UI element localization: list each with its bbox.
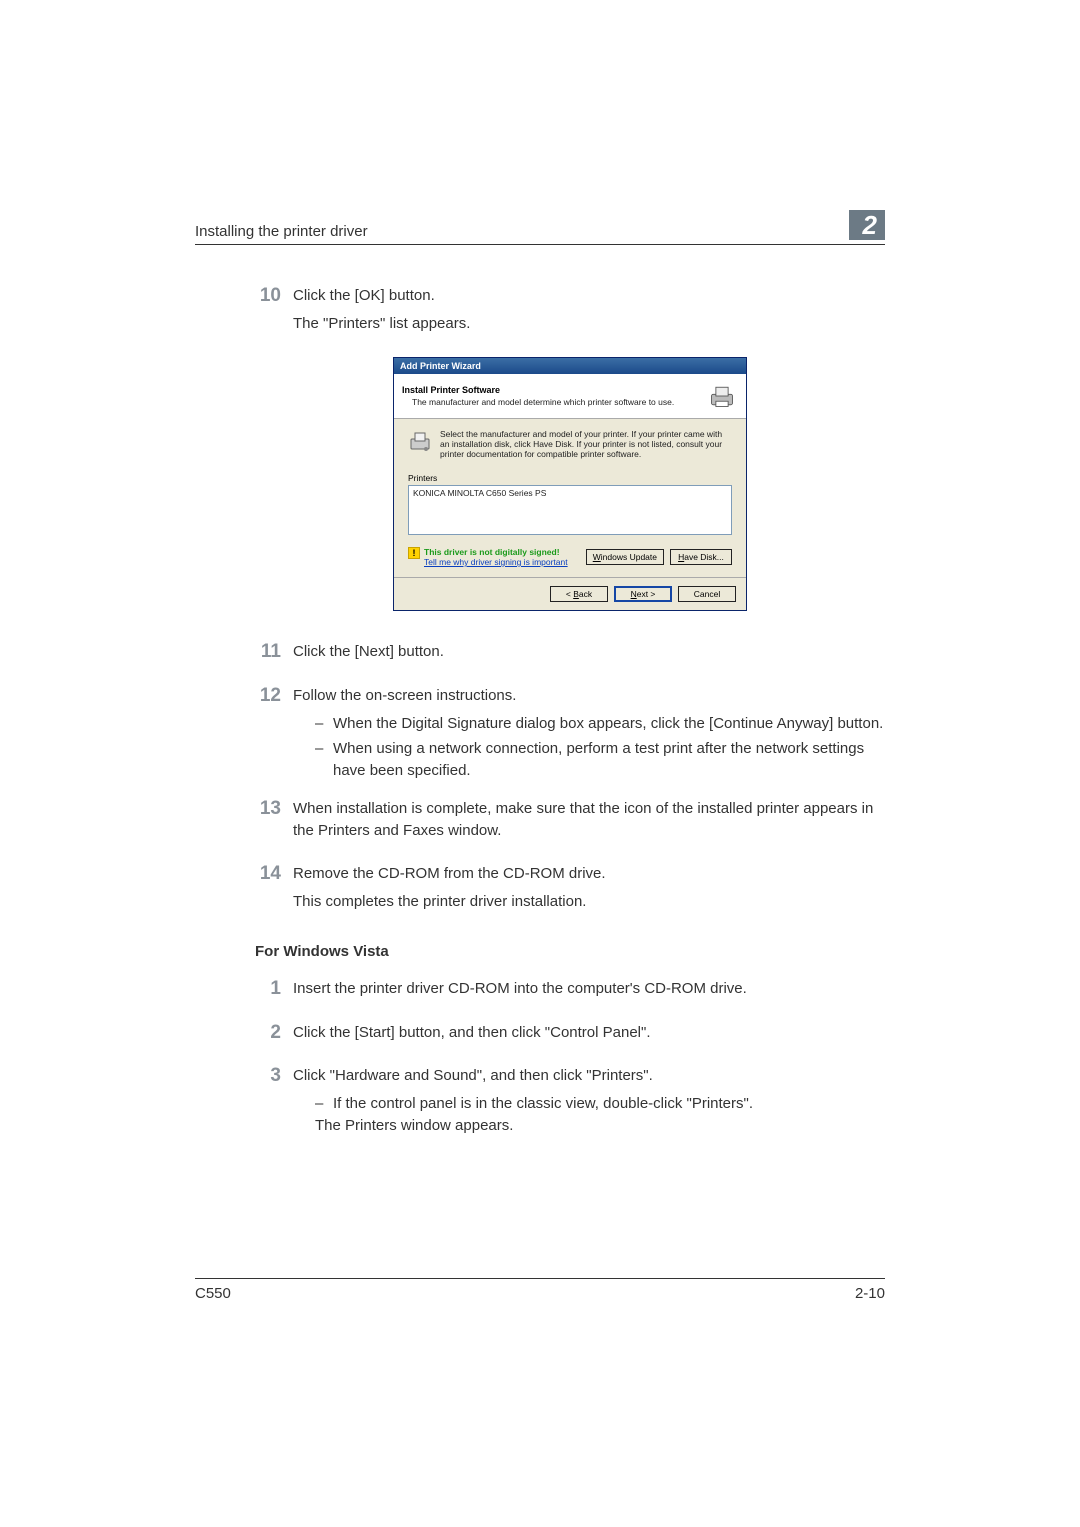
sub-item: –When the Digital Signature dialog box a… (293, 713, 885, 735)
step-number: 10 (255, 285, 293, 341)
step-number: 2 (255, 1022, 293, 1050)
step-text: Remove the CD-ROM from the CD-ROM drive. (293, 863, 885, 885)
step-2: 2 Click the [Start] button, and then cli… (255, 1022, 885, 1050)
step-text: Click "Hardware and Sound", and then cli… (293, 1065, 885, 1087)
step-13: 13 When installation is complete, make s… (255, 798, 885, 848)
sub-text: If the control panel is in the classic v… (333, 1093, 885, 1115)
sub-text: When using a network connection, perform… (333, 738, 885, 782)
cancel-button[interactable]: Cancel (678, 586, 736, 602)
step-text: Click the [OK] button. (293, 285, 885, 307)
footer-right: 2-10 (855, 1285, 885, 1302)
step-text: Click the [Next] button. (293, 641, 885, 663)
footer-left: C550 (195, 1285, 231, 1302)
wizard-screenshot: Add Printer Wizard Install Printer Softw… (255, 357, 885, 612)
step-14: 14 Remove the CD-ROM from the CD-ROM dri… (255, 863, 885, 919)
wizard-header-text: Install Printer Software The manufacture… (402, 385, 674, 407)
step-11: 11 Click the [Next] button. (255, 641, 885, 669)
step-text: Click the [Start] button, and then click… (293, 1022, 885, 1044)
step-text: Insert the printer driver CD-ROM into th… (293, 978, 885, 1000)
wizard-instruction: Select the manufacturer and model of you… (440, 429, 732, 460)
list-item[interactable]: KONICA MINOLTA C650 Series PS (413, 488, 727, 498)
header-title: Installing the printer driver (195, 223, 368, 240)
step-text: The Printers window appears. (293, 1115, 885, 1137)
next-button[interactable]: Next > (614, 586, 672, 602)
step-number: 14 (255, 863, 293, 919)
printers-list[interactable]: KONICA MINOLTA C650 Series PS (408, 485, 732, 535)
windows-update-button[interactable]: Windows Update (586, 549, 664, 565)
wizard-head-title: Install Printer Software (402, 385, 674, 395)
step-number: 13 (255, 798, 293, 848)
sub-text: When the Digital Signature dialog box ap… (333, 713, 885, 735)
chapter-number: 2 (849, 210, 885, 240)
step-number: 1 (255, 978, 293, 1006)
page-content: 10 Click the [OK] button. The "Printers"… (195, 245, 885, 1143)
wizard-head-desc: The manufacturer and model determine whi… (402, 397, 674, 407)
signing-link[interactable]: Tell me why driver signing is important (424, 557, 568, 567)
step-10: 10 Click the [OK] button. The "Printers"… (255, 285, 885, 341)
printer-icon (706, 380, 738, 412)
step-number: 3 (255, 1065, 293, 1142)
step-text: This completes the printer driver instal… (293, 891, 885, 913)
step-text: When installation is complete, make sure… (293, 798, 885, 842)
warning-icon: ! (408, 547, 420, 559)
signing-title: This driver is not digitally signed! (424, 547, 568, 557)
step-12: 12 Follow the on-screen instructions. –W… (255, 685, 885, 782)
page-footer: C550 2-10 (195, 1278, 885, 1302)
sub-item: –When using a network connection, perfor… (293, 738, 885, 782)
disk-printer-icon (408, 429, 432, 453)
have-disk-button[interactable]: Have Disk... (670, 549, 732, 565)
step-3: 3 Click "Hardware and Sound", and then c… (255, 1065, 885, 1142)
step-1: 1 Insert the printer driver CD-ROM into … (255, 978, 885, 1006)
wizard-dialog: Add Printer Wizard Install Printer Softw… (393, 357, 747, 612)
wizard-body: Select the manufacturer and model of you… (394, 419, 746, 578)
section-heading: For Windows Vista (255, 943, 885, 960)
step-text: The "Printers" list appears. (293, 313, 885, 335)
wizard-header: Install Printer Software The manufacture… (394, 374, 746, 419)
step-number: 11 (255, 641, 293, 669)
wizard-instruction-row: Select the manufacturer and model of you… (408, 429, 732, 460)
signing-row: ! This driver is not digitally signed! T… (408, 547, 732, 567)
printers-label: Printers (408, 473, 732, 483)
signing-left: ! This driver is not digitally signed! T… (408, 547, 568, 567)
wizard-titlebar: Add Printer Wizard (394, 358, 746, 374)
page-header: Installing the printer driver 2 (195, 210, 885, 245)
sub-item: –If the control panel is in the classic … (293, 1093, 885, 1115)
step-text: Follow the on-screen instructions. (293, 685, 885, 707)
wizard-footer: < Back Next > Cancel (394, 577, 746, 610)
step-number: 12 (255, 685, 293, 782)
step-body: Click the [OK] button. The "Printers" li… (293, 285, 885, 341)
back-button[interactable]: < Back (550, 586, 608, 602)
